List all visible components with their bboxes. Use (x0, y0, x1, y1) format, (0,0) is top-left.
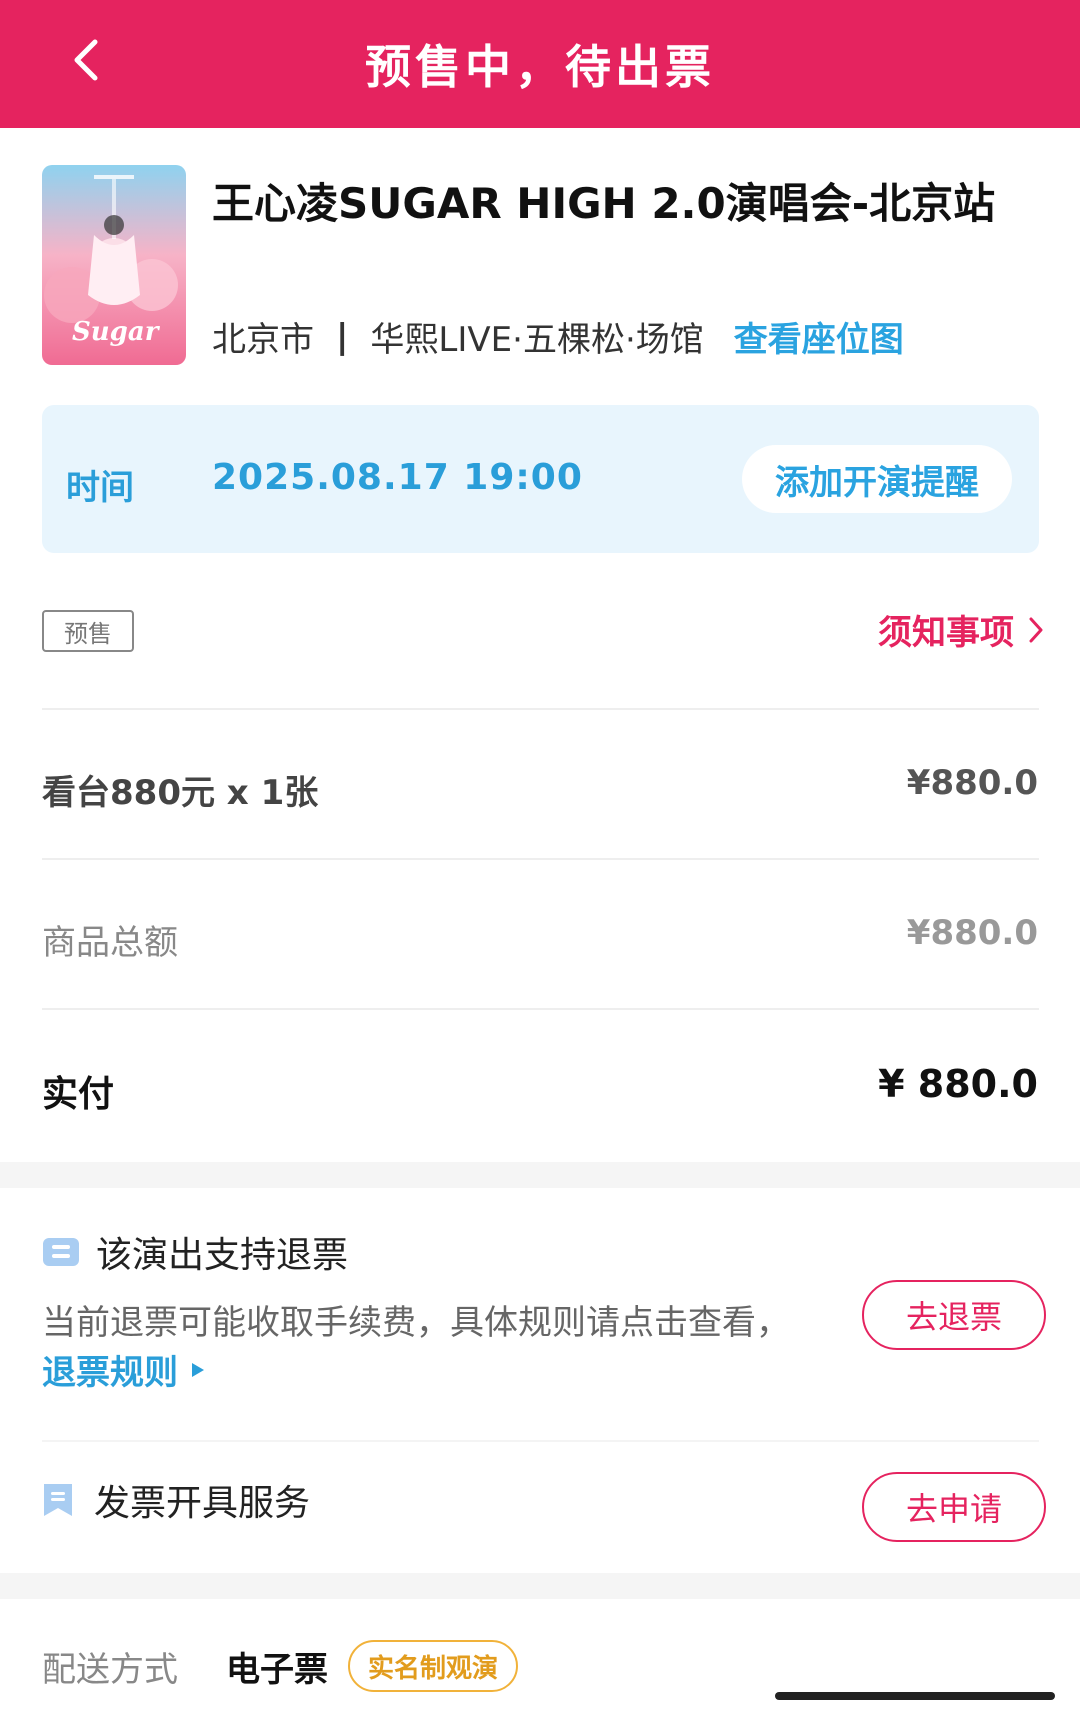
back-button[interactable] (56, 30, 116, 90)
refund-support-title: 该演出支持退票 (42, 1226, 348, 1278)
chevron-right-icon (1029, 617, 1043, 642)
refund-description: 当前退票可能收取手续费，具体规则请点击查看， (42, 1303, 790, 1343)
chevron-left-icon (74, 39, 98, 81)
delivery-label: 配送方式 (42, 1649, 178, 1690)
refund-rules-link[interactable]: 退票规则 (42, 1345, 206, 1394)
subtotal-value: ¥880.0 (906, 913, 1038, 953)
refund-title-text: 该演出支持退票 (96, 1235, 349, 1276)
add-reminder-button[interactable]: 添加开演提醒 (742, 445, 1012, 513)
refund-rules-label: 退票规则 (42, 1353, 178, 1393)
show-time-panel: 时间 2025.08.17 19:00 添加开演提醒 (42, 405, 1039, 553)
ticket-icon (42, 1237, 80, 1267)
page-title: 预售中，待出票 (365, 40, 715, 94)
invoice-title-text: 发票开具服务 (94, 1483, 311, 1524)
presale-badge: 预售 (42, 610, 134, 652)
divider (42, 708, 1039, 710)
event-location: 北京市 | 华熙LIVE·五棵松·场馆 查看座位图 (212, 312, 904, 361)
meta-separator: | (336, 316, 349, 357)
paid-value: ¥ 880.0 (878, 1062, 1038, 1106)
delivery-value: 电子票 (226, 1649, 328, 1690)
delivery-method: 配送方式 电子票 实名制观演 (42, 1640, 519, 1692)
section-gap (0, 1573, 1080, 1599)
divider (42, 1008, 1039, 1010)
event-title: 王心凌SUGAR HIGH 2.0演唱会-北京站 (212, 179, 996, 228)
time-label: 时间 (66, 468, 134, 508)
ticket-line-label: 看台880元 x 1张 (42, 773, 319, 813)
seat-map-link[interactable]: 查看座位图 (734, 312, 904, 361)
event-venue: 华熙LIVE·五棵松·场馆 (370, 320, 704, 360)
refund-button[interactable]: 去退票 (862, 1280, 1046, 1350)
event-city: 北京市 (212, 320, 314, 360)
notice-link-label: 须知事项 (878, 613, 1014, 653)
paid-label: 实付 (42, 1074, 115, 1115)
apply-invoice-button[interactable]: 去申请 (862, 1472, 1046, 1542)
play-triangle-icon (192, 1362, 204, 1377)
divider (42, 858, 1039, 860)
real-name-badge: 实名制观演 (348, 1640, 519, 1692)
invoice-service-title: 发票开具服务 (42, 1474, 310, 1526)
subtotal-label: 商品总额 (42, 923, 178, 963)
top-bar: 预售中，待出票 (0, 0, 1080, 128)
event-poster[interactable]: Sugar (42, 165, 186, 365)
divider (42, 1440, 1039, 1442)
invoice-icon (42, 1482, 74, 1518)
event-card[interactable]: Sugar 王心凌SUGAR HIGH 2.0演唱会-北京站 北京市 | 华熙L… (42, 165, 1042, 365)
show-time-value: 2025.08.17 19:00 (212, 457, 583, 498)
notice-link[interactable]: 须知事项 (878, 605, 1044, 654)
ticket-line-price: ¥880.0 (906, 763, 1038, 803)
svg-text:Sugar: Sugar (72, 317, 161, 347)
home-indicator[interactable] (775, 1692, 1055, 1700)
section-gap (0, 1162, 1080, 1188)
